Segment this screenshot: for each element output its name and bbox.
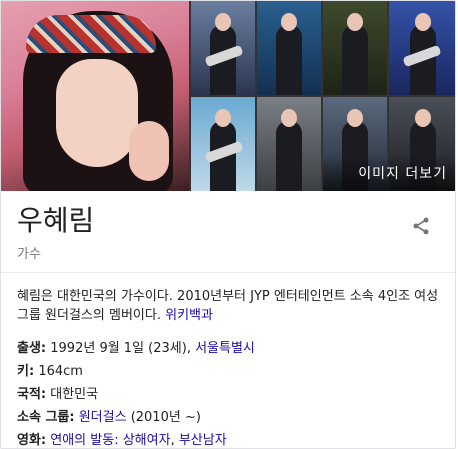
fact-colon: : <box>40 433 47 448</box>
photo-hand <box>129 121 169 181</box>
share-icon[interactable] <box>411 215 431 237</box>
main-photo[interactable] <box>1 1 189 191</box>
thumb-head <box>281 13 297 31</box>
fact-value: 1992년 9월 1일 (23세), <box>50 341 196 356</box>
thumb-figure <box>276 25 302 95</box>
fact-colon: : <box>69 410 75 425</box>
film-link[interactable]: 연애의 발동: 상해여자 <box>50 433 170 448</box>
fact-height: 키: 164cm <box>17 360 439 383</box>
fact-films: 영화: 연애의 발동: 상해여자, 부산남자 <box>17 429 439 448</box>
fact-label: 국적 <box>17 387 41 402</box>
gallery-thumb-1[interactable] <box>191 1 255 95</box>
wikipedia-link[interactable]: 위키백과 <box>165 308 213 323</box>
fact-colon: : <box>28 364 35 379</box>
fact-colon: : <box>40 341 47 356</box>
thumb-figure <box>342 25 368 95</box>
thumb-head <box>415 13 431 31</box>
thumb-head <box>347 109 363 127</box>
fact-label: 영화 <box>17 433 41 448</box>
thumb-head <box>281 109 297 127</box>
description: 혜림은 대한민국의 가수이다. 2010년부터 JYP 엔터테인먼트 소속 4인… <box>1 273 455 331</box>
description-text: 혜림은 대한민국의 가수이다. 2010년부터 JYP 엔터테인먼트 소속 4인… <box>17 289 439 323</box>
fact-birth: 출생: 1992년 9월 1일 (23세), 서울특별시 <box>17 337 439 360</box>
thumb-head <box>347 13 363 31</box>
image-gallery: 이미지 더보기 <box>1 1 455 191</box>
more-images-link[interactable]: 이미지 더보기 <box>358 163 447 183</box>
gallery-thumb-3[interactable] <box>323 1 387 95</box>
fact-value: 164cm <box>38 364 83 379</box>
fact-label: 소속 그룹 <box>17 410 70 425</box>
thumb-head <box>215 109 231 127</box>
entity-subtitle: 가수 <box>17 247 41 262</box>
facts-list: 출생: 1992년 9월 1일 (23세), 서울특별시 키: 164cm 국적… <box>1 331 455 448</box>
film-separator: , <box>170 433 179 448</box>
fact-label: 키 <box>17 364 29 379</box>
fact-group: 소속 그룹: 원더걸스 (2010년 ~) <box>17 406 439 429</box>
photo-headband <box>26 15 156 53</box>
film-link[interactable]: 부산남자 <box>179 433 227 448</box>
panel-header: 우혜림 가수 <box>1 191 455 273</box>
fact-label: 출생 <box>17 341 41 356</box>
knowledge-panel: 이미지 더보기 우혜림 가수 혜림은 대한민국의 가수이다. 2010년부터 J… <box>0 0 456 449</box>
fact-value: 대한민국 <box>50 387 99 402</box>
thumb-figure <box>276 121 302 191</box>
fact-value: (2010년 ~) <box>126 410 201 425</box>
gallery-thumb-6[interactable] <box>257 97 321 191</box>
photo-face <box>56 59 138 167</box>
gallery-thumb-5[interactable] <box>191 97 255 191</box>
thumb-head <box>415 109 431 127</box>
fact-nationality: 국적: 대한민국 <box>17 383 439 406</box>
fact-colon: : <box>40 387 47 402</box>
more-images-overlay: 이미지 더보기 <box>323 155 455 191</box>
gallery-thumb-2[interactable] <box>257 1 321 95</box>
entity-title: 우혜림 <box>17 204 95 237</box>
thumb-head <box>215 13 231 31</box>
birthplace-link[interactable]: 서울특별시 <box>195 341 255 356</box>
gallery-thumb-4[interactable] <box>389 1 455 95</box>
group-link[interactable]: 원더걸스 <box>79 410 127 425</box>
